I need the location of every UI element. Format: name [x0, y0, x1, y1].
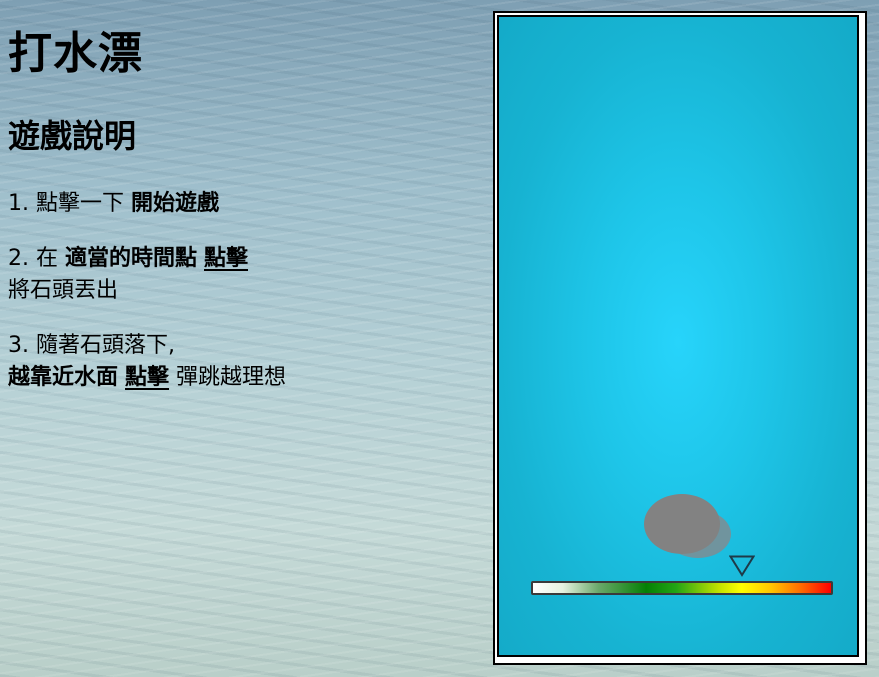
step1-bold-text: 開始遊戲: [130, 191, 219, 216]
step3-underlined-text: 點擊: [125, 365, 170, 390]
instruction-steps: 1. 點擊一下 開始遊戲 2. 在 適當的時間點 點擊 將石頭丟出 3. 隨著石…: [8, 188, 478, 394]
step2-text: 2. 在: [8, 246, 65, 271]
stone-icon: [644, 494, 720, 554]
down-triangle-icon: [729, 555, 756, 577]
instruction-step-3: 3. 隨著石頭落下,: [8, 333, 175, 358]
step3-bold-text: 越靠近水面: [8, 365, 119, 390]
game-frame: [493, 11, 867, 665]
step1-text: 1. 點擊一下: [8, 191, 131, 216]
instruction-step-2: 2. 在 適當的時間點 點擊: [8, 243, 478, 275]
instructions-panel: 打水漂 遊戲說明 1. 點擊一下 開始遊戲 2. 在 適當的時間點 點擊 將石頭…: [8, 0, 478, 394]
instruction-step-2-line2: 將石頭丟出: [8, 278, 119, 303]
instruction-step-1: 1. 點擊一下 開始遊戲: [8, 188, 478, 220]
step2-underlined-text: 點擊: [204, 246, 249, 271]
instruction-step-3-line2: 越靠近水面 點擊 彈跳越理想: [8, 362, 478, 394]
power-meter: [531, 581, 833, 595]
step3-suffix-text: 彈跳越理想: [169, 365, 287, 390]
page-title: 打水漂: [8, 28, 143, 79]
game-canvas[interactable]: [497, 15, 859, 657]
step2-bold-text: 適當的時間點: [64, 246, 197, 271]
instructions-heading: 遊戲說明: [8, 117, 137, 155]
